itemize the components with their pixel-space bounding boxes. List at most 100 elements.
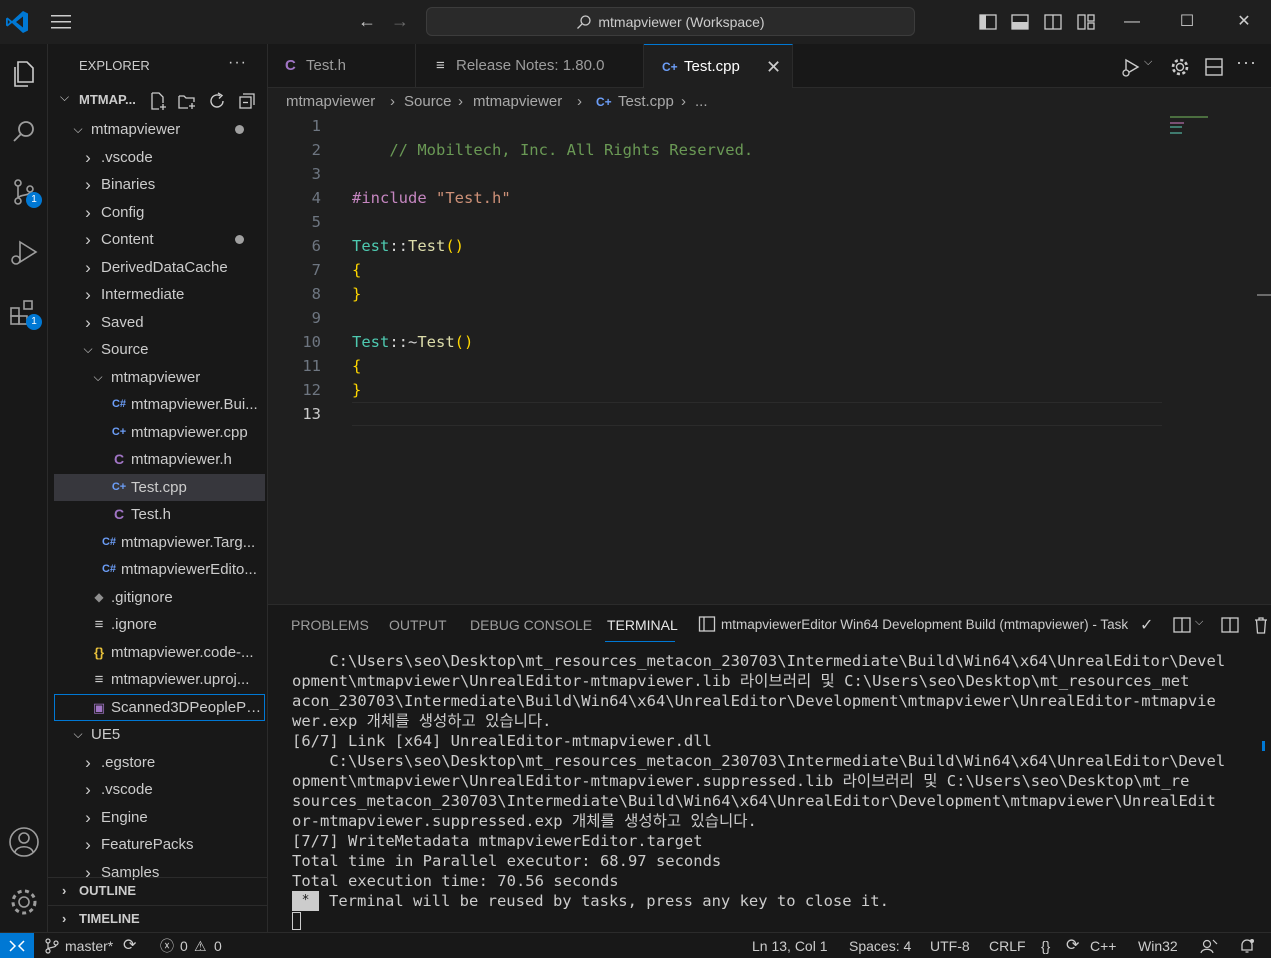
tab-problems[interactable]: PROBLEMS: [291, 617, 369, 633]
line-ending[interactable]: CRLF: [989, 933, 1026, 958]
breadcrumb-item[interactable]: Test.cpp: [618, 88, 674, 116]
close-icon[interactable]: ✕: [766, 45, 781, 89]
run-debug-icon[interactable]: [6, 234, 42, 270]
explorer-icon[interactable]: [6, 56, 42, 92]
outline-section[interactable]: › OUTLINE: [48, 877, 267, 903]
source-control-icon[interactable]: 1: [6, 174, 42, 210]
tree-item[interactable]: ≡ .ignore: [54, 611, 265, 638]
tree-item[interactable]: C# mtmapviewer.Bui...: [54, 391, 265, 418]
git-file-icon: ◆: [94, 589, 104, 604]
warning-icon[interactable]: ⚠: [194, 933, 207, 958]
new-file-icon[interactable]: [148, 91, 168, 111]
remote-indicator[interactable]: [0, 933, 34, 958]
collapse-all-icon[interactable]: [237, 91, 257, 111]
search-icon[interactable]: [6, 114, 42, 150]
timeline-section[interactable]: › TIMELINE: [48, 905, 267, 931]
arrow-left-icon[interactable]: ←: [356, 10, 378, 32]
c-file-icon: C: [113, 451, 125, 467]
tree-item[interactable]: › .egstore: [54, 749, 265, 776]
tab-debug-console[interactable]: DEBUG CONSOLE: [470, 617, 592, 633]
tree-item-label: mtmapviewer.Targ...: [121, 533, 256, 551]
tree-item[interactable]: › .vscode: [54, 144, 265, 171]
tree-item[interactable]: › DerivedDataCache: [54, 254, 265, 281]
hamburger-menu-icon[interactable]: [50, 12, 72, 32]
minimap[interactable]: [1170, 114, 1260, 604]
platform[interactable]: Win32: [1138, 933, 1178, 958]
tab-output[interactable]: OUTPUT: [389, 617, 447, 633]
breadcrumb-item[interactable]: mtmapviewer: [286, 88, 375, 116]
warning-count[interactable]: 0: [214, 933, 222, 958]
tab-release-notes[interactable]: ≡ Release Notes: 1.80.0: [416, 44, 644, 88]
more-actions-icon[interactable]: ···: [228, 54, 247, 72]
toggle-panel-icon[interactable]: [1010, 12, 1030, 32]
tree-item[interactable]: › Saved: [54, 309, 265, 336]
toggle-panel-layout-icon[interactable]: [1220, 615, 1240, 635]
breadcrumb-item[interactable]: mtmapviewer: [473, 88, 562, 116]
tree-item[interactable]: C# mtmapviewerEdito...: [54, 556, 265, 583]
tab-test-h[interactable]: C Test.h: [268, 44, 416, 88]
workspace-header[interactable]: ⌵ MTMAP...: [48, 88, 267, 114]
toggle-primary-sidebar-icon[interactable]: [978, 12, 998, 32]
tree-item[interactable]: C+ Test.cpp: [54, 473, 265, 501]
code-editor[interactable]: 1 2 3 4 5 6 7 8 9 10 11 12 13 // Mobiltech, Inc. All…: [268, 114, 1271, 604]
tree-item[interactable]: ≡ mtmapviewer.uproj...: [54, 666, 265, 693]
extensions-icon[interactable]: 1: [6, 296, 42, 332]
bell-icon[interactable]: [1238, 937, 1256, 955]
tree-item[interactable]: › .vscode: [54, 776, 265, 803]
gear-icon[interactable]: [6, 884, 42, 920]
tree-item[interactable]: › Intermediate: [54, 281, 265, 308]
gear-icon[interactable]: [1169, 56, 1191, 78]
tab-terminal[interactable]: TERMINAL: [607, 617, 678, 633]
tree-item[interactable]: › Engine: [54, 804, 265, 831]
feedback-icon[interactable]: [1200, 938, 1218, 954]
tree-item[interactable]: C Test.h: [54, 501, 265, 528]
tree-item[interactable]: C+ mtmapviewer.cpp: [54, 419, 265, 446]
command-center-search[interactable]: mtmapviewer (Workspace): [426, 7, 915, 36]
trash-icon[interactable]: [1252, 615, 1270, 635]
tree-item[interactable]: ⌵ UE5: [54, 721, 265, 748]
account-icon[interactable]: [6, 824, 42, 860]
chevron-down-icon[interactable]: ⌵: [1144, 56, 1152, 69]
branch-label[interactable]: master*: [65, 933, 113, 958]
braces-icon[interactable]: {}: [1041, 933, 1050, 958]
tree-item[interactable]: {} mtmapviewer.code-...: [54, 639, 265, 666]
tree-item[interactable]: › Binaries: [54, 171, 265, 198]
chevron-right-icon: ›: [85, 257, 91, 277]
tree-item[interactable]: › Content: [54, 226, 265, 253]
sync-icon[interactable]: ⟳: [1066, 933, 1079, 958]
tree-item[interactable]: ▣ Scanned3DPeoplePa...: [54, 693, 265, 721]
toggle-secondary-sidebar-icon[interactable]: [1043, 12, 1063, 32]
run-code-icon[interactable]: [1120, 56, 1142, 78]
breadcrumb-item[interactable]: ...: [695, 88, 708, 116]
new-folder-icon[interactable]: [177, 91, 197, 111]
encoding[interactable]: UTF-8: [930, 933, 970, 958]
maximize-icon[interactable]: ☐: [1175, 10, 1199, 34]
refresh-icon[interactable]: [207, 91, 227, 111]
code-line-6: Test::Test(): [352, 234, 464, 258]
more-actions-icon[interactable]: ···: [1236, 52, 1257, 73]
chevron-down-icon[interactable]: ⌵: [1195, 616, 1203, 629]
customize-layout-icon[interactable]: [1076, 12, 1096, 32]
indentation[interactable]: Spaces: 4: [849, 933, 911, 958]
split-terminal-icon[interactable]: [1172, 615, 1192, 635]
terminal-task-selector[interactable]: mtmapviewerEditor Win64 Development Buil…: [698, 615, 1168, 637]
minimize-icon[interactable]: —: [1120, 10, 1144, 34]
tree-item[interactable]: Cmtmapviewer.h: [54, 446, 265, 473]
language-mode[interactable]: C++: [1090, 933, 1116, 958]
arrow-right-icon[interactable]: →: [389, 10, 411, 32]
tree-item[interactable]: ⌵ mtmapviewer: [54, 116, 265, 143]
tree-item[interactable]: ⌵ Source: [54, 336, 265, 363]
breadcrumb-item[interactable]: Source: [404, 88, 452, 116]
split-editor-icon[interactable]: [1203, 56, 1225, 78]
tab-test-cpp[interactable]: C+ Test.cpp ✕: [644, 44, 793, 88]
tree-item[interactable]: ⌵ mtmapviewer: [54, 364, 265, 391]
error-count[interactable]: 0: [180, 933, 188, 958]
tree-item[interactable]: ◆ .gitignore: [54, 584, 265, 611]
error-icon[interactable]: ⓧ: [160, 933, 174, 958]
close-window-icon[interactable]: ✕: [1232, 10, 1256, 34]
cursor-position[interactable]: Ln 13, Col 1: [752, 933, 828, 958]
tree-item[interactable]: › FeaturePacks: [54, 831, 265, 858]
tree-item[interactable]: › Config: [54, 199, 265, 226]
sync-icon[interactable]: ⟳: [123, 933, 136, 958]
tree-item[interactable]: C# mtmapviewer.Targ...: [54, 529, 265, 556]
